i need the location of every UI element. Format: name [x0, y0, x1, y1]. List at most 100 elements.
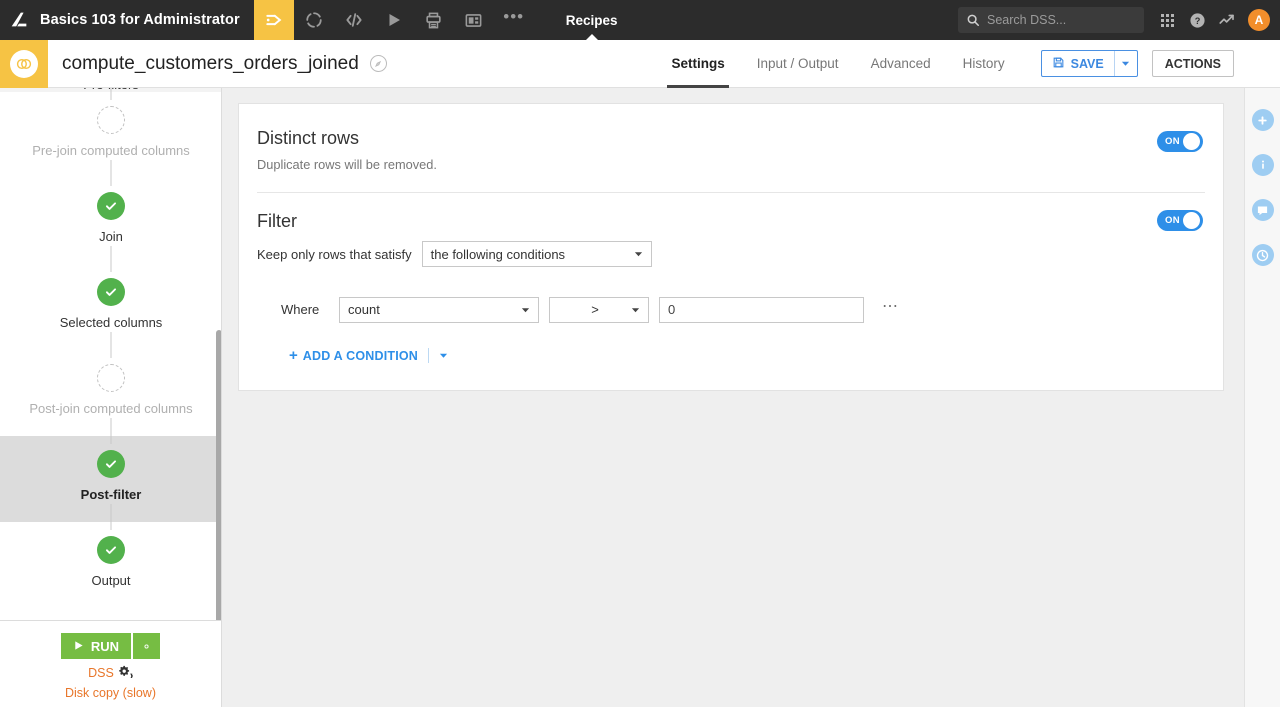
info-icon[interactable]: [1252, 154, 1274, 176]
dashboards-icon[interactable]: [454, 0, 494, 40]
step-label: Post-join computed columns: [29, 401, 192, 416]
keep-rows-row: Keep only rows that satisfy the followin…: [257, 241, 1195, 267]
chevron-down-icon: [631, 305, 640, 314]
topnav-right-group: ? A: [958, 0, 1280, 40]
distinct-rows-subtitle: Duplicate rows will be removed.: [257, 157, 1195, 172]
add-condition-row: + ADD A CONDITION: [257, 347, 1195, 364]
condition-menu-icon[interactable]: ⋯: [882, 296, 900, 323]
tab-settings[interactable]: Settings: [655, 40, 740, 88]
section-tab-recipes[interactable]: Recipes: [548, 0, 636, 40]
step-status-empty-icon: [97, 364, 125, 392]
toggle-state-label: ON: [1165, 136, 1180, 147]
comments-icon[interactable]: [1252, 199, 1274, 221]
gears-icon: [119, 665, 133, 681]
add-icon[interactable]: [1252, 109, 1274, 131]
lab-icon[interactable]: [414, 0, 454, 40]
zone-icon[interactable]: [370, 55, 387, 72]
step-connector: [111, 246, 112, 272]
dataiku-logo-icon[interactable]: [0, 0, 38, 40]
filter-toggle[interactable]: ON: [1157, 210, 1203, 231]
step-status-check-icon: [97, 192, 125, 220]
distinct-rows-toggle[interactable]: ON: [1157, 131, 1203, 152]
save-dropdown-button[interactable]: [1115, 51, 1137, 76]
engine-indicator[interactable]: DSS: [88, 665, 133, 681]
toggle-state-label: ON: [1165, 215, 1180, 226]
post-filter-settings-card: Distinct rows Duplicate rows will be rem…: [238, 103, 1224, 391]
header-actions: Settings Input / Output Advanced History…: [655, 40, 1280, 88]
step-label: Post-filter: [81, 487, 142, 502]
toggle-knob: [1183, 212, 1200, 229]
steps-list: Pre-filters Pre-join computed columns Jo…: [0, 88, 222, 608]
trending-icon[interactable]: [1212, 0, 1242, 40]
tab-history[interactable]: History: [947, 40, 1021, 88]
apps-grid-icon[interactable]: [1152, 0, 1182, 40]
filter-condition-row: Where count > ⋯: [257, 296, 1195, 323]
join-recipe-icon: [0, 40, 48, 88]
distinct-rows-title: Distinct rows: [257, 128, 1195, 149]
actions-button[interactable]: ACTIONS: [1152, 50, 1234, 77]
keep-rows-value: the following conditions: [431, 247, 565, 262]
top-navigation-bar: Basics 103 for Administrator ••• Recipes: [0, 0, 1280, 40]
help-icon[interactable]: ?: [1182, 0, 1212, 40]
step-status-empty-icon: [97, 106, 125, 134]
run-label: RUN: [91, 639, 119, 654]
recipe-steps-sidebar[interactable]: Pre-filters Pre-join computed columns Jo…: [0, 88, 222, 707]
condition-operator-select[interactable]: >: [549, 297, 649, 323]
step-connector: [111, 88, 112, 100]
search-box[interactable]: [958, 7, 1144, 33]
distinct-rows-section: Distinct rows Duplicate rows will be rem…: [239, 104, 1223, 172]
keep-rows-select[interactable]: the following conditions: [422, 241, 652, 267]
step-connector: [111, 332, 112, 358]
svg-text:?: ?: [1194, 16, 1200, 26]
keep-rows-label: Keep only rows that satisfy: [257, 247, 412, 262]
run-button-group: RUN: [61, 633, 160, 659]
history-clock-icon[interactable]: [1252, 244, 1274, 266]
search-input[interactable]: [987, 13, 1137, 27]
jobs-play-icon[interactable]: [374, 0, 414, 40]
more-menu-icon[interactable]: •••: [494, 0, 534, 40]
code-icon[interactable]: [334, 0, 374, 40]
where-label: Where: [281, 302, 339, 317]
toggle-knob: [1183, 133, 1200, 150]
condition-column-select[interactable]: count: [339, 297, 539, 323]
sidebar-step-output[interactable]: Output: [0, 522, 222, 608]
flow-icon[interactable]: [254, 0, 294, 40]
add-condition-dropdown-button[interactable]: [439, 351, 448, 360]
run-button[interactable]: RUN: [61, 633, 131, 659]
step-label: Selected columns: [60, 315, 163, 330]
datasets-icon[interactable]: [294, 0, 334, 40]
avatar[interactable]: A: [1248, 9, 1270, 31]
run-settings-button[interactable]: [133, 633, 160, 659]
tab-input-output[interactable]: Input / Output: [741, 40, 855, 88]
main-content-area: Distinct rows Duplicate rows will be rem…: [222, 88, 1244, 707]
add-condition-button[interactable]: ADD A CONDITION: [303, 349, 418, 363]
save-button[interactable]: SAVE: [1042, 51, 1114, 76]
page-title: compute_customers_orders_joined: [48, 53, 359, 75]
section-tab-label: Recipes: [566, 13, 618, 28]
tab-advanced[interactable]: Advanced: [855, 40, 947, 88]
right-rail: [1244, 40, 1280, 707]
step-label: Pre-join computed columns: [32, 143, 190, 158]
tab-label: Settings: [671, 56, 724, 71]
condition-operator-value: >: [591, 302, 599, 317]
condition-value-input[interactable]: [659, 297, 864, 323]
plus-icon: +: [289, 347, 298, 364]
project-name[interactable]: Basics 103 for Administrator: [38, 0, 254, 40]
add-condition-divider: [428, 348, 429, 363]
chevron-down-icon: [634, 250, 643, 259]
search-icon: [966, 13, 980, 27]
step-label: Output: [91, 573, 130, 588]
recipe-header: compute_customers_orders_joined Settings…: [0, 40, 1280, 88]
step-connector: [111, 418, 112, 444]
step-connector: [111, 160, 112, 186]
tab-label: Advanced: [871, 56, 931, 71]
filter-title: Filter: [257, 211, 1195, 232]
filter-section: Filter Keep only rows that satisfy the f…: [239, 193, 1223, 364]
condition-column-value: count: [348, 302, 380, 317]
floppy-save-icon: [1052, 56, 1065, 72]
step-label: Join: [99, 229, 123, 244]
step-connector: [111, 504, 112, 530]
engine-label: DSS: [88, 666, 114, 680]
engine-note: Disk copy (slow): [65, 686, 156, 700]
nav-icon-group: •••: [254, 0, 534, 40]
